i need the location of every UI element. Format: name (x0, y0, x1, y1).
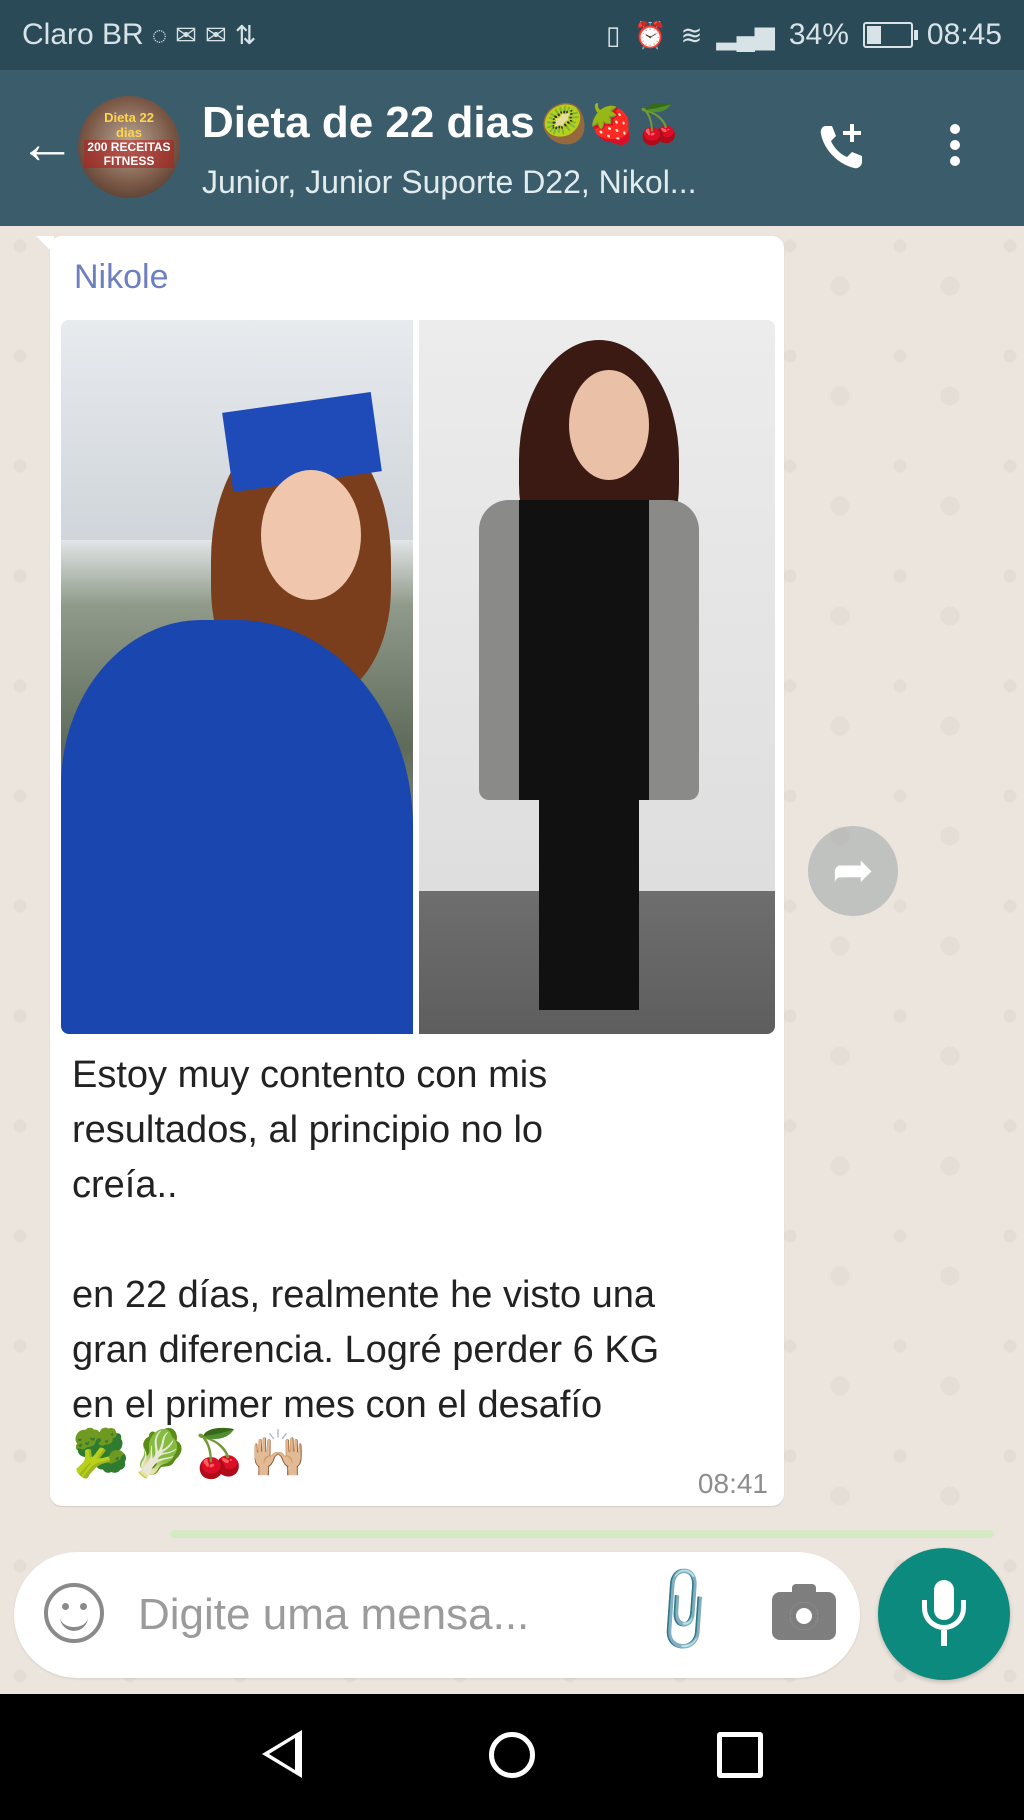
status-left: Claro BR ◌ ✉ ✉ ⇅ (22, 18, 257, 52)
group-avatar[interactable]: Dieta 22 dias 200 RECEITAS FITNESS (78, 96, 180, 198)
vibrate-icon: ▯ (605, 20, 621, 50)
navigation-bar (0, 1694, 1024, 1820)
media-progress-bar (170, 1530, 994, 1538)
status-right: ▯ ⏰ ≋ ▂▄▆ 34% 08:45 (606, 18, 1002, 52)
chat-title-emojis: 🥝🍓🍒 (540, 104, 683, 146)
avatar-label-top: Dieta 22 dias (104, 110, 154, 140)
before-photo (61, 320, 413, 1034)
mail-icon: ✉ (175, 20, 197, 50)
message-sender[interactable]: Nikole (74, 258, 168, 297)
chat-title[interactable]: Dieta de 22 dias 🥝🍓🍒 (202, 98, 683, 148)
add-call-icon[interactable] (812, 118, 872, 178)
carrier-name: Claro BR (22, 18, 144, 51)
signal-icon: ▂▄▆ (716, 20, 775, 50)
battery-fill (866, 26, 882, 44)
message-input[interactable]: Digite uma mensa... (138, 1590, 529, 1640)
message-bubble[interactable]: Nikole Estoy muy contento con mis result… (36, 236, 784, 1506)
message-emojis: 🥦🥬🍒🙌🏼 (72, 1427, 310, 1479)
sync-icon: ⇅ (234, 20, 257, 50)
whatsapp-icon: ◌ (151, 20, 168, 50)
forward-icon[interactable]: ➦ (808, 826, 898, 916)
battery-icon (862, 22, 918, 48)
nav-home-icon[interactable] (489, 1732, 535, 1778)
chat-area: Nikole Estoy muy contento con mis result… (0, 226, 1024, 1694)
overflow-menu-icon[interactable] (945, 118, 965, 178)
chat-header: ← Dieta 22 dias 200 RECEITAS FITNESS Die… (0, 70, 1024, 226)
message-time: 08:41 (697, 1468, 768, 1499)
status-bar: Claro BR ◌ ✉ ✉ ⇅ ▯ ⏰ ≋ ▂▄▆ 34% 08:45 (0, 0, 1024, 70)
mail-icon: ✉ (204, 20, 227, 50)
nav-back-icon[interactable] (262, 1730, 302, 1778)
wifi-icon: ≋ (680, 20, 703, 50)
battery-percent: 34% (788, 18, 849, 51)
chat-title-text: Dieta de 22 dias (202, 98, 535, 147)
message-text: Estoy muy contento con mis resultados, a… (72, 1054, 660, 1426)
emoji-icon[interactable] (44, 1583, 104, 1643)
back-arrow-icon[interactable]: ← (18, 114, 76, 174)
mic-button[interactable] (878, 1548, 1010, 1680)
nav-recents-icon[interactable] (717, 1732, 763, 1778)
attach-icon[interactable]: 📎 (632, 1558, 735, 1661)
alarm-icon: ⏰ (634, 20, 667, 50)
message-composer[interactable]: Digite uma mensa... 📎 (14, 1552, 860, 1678)
avatar-label-mid: 200 RECEITAS FITNESS (84, 140, 174, 168)
after-photo (419, 320, 775, 1034)
camera-icon[interactable] (772, 1584, 836, 1640)
message-image[interactable] (61, 320, 775, 1034)
chat-members[interactable]: Junior, Junior Suporte D22, Nikol... (202, 164, 696, 201)
clock: 08:45 (926, 18, 1002, 51)
